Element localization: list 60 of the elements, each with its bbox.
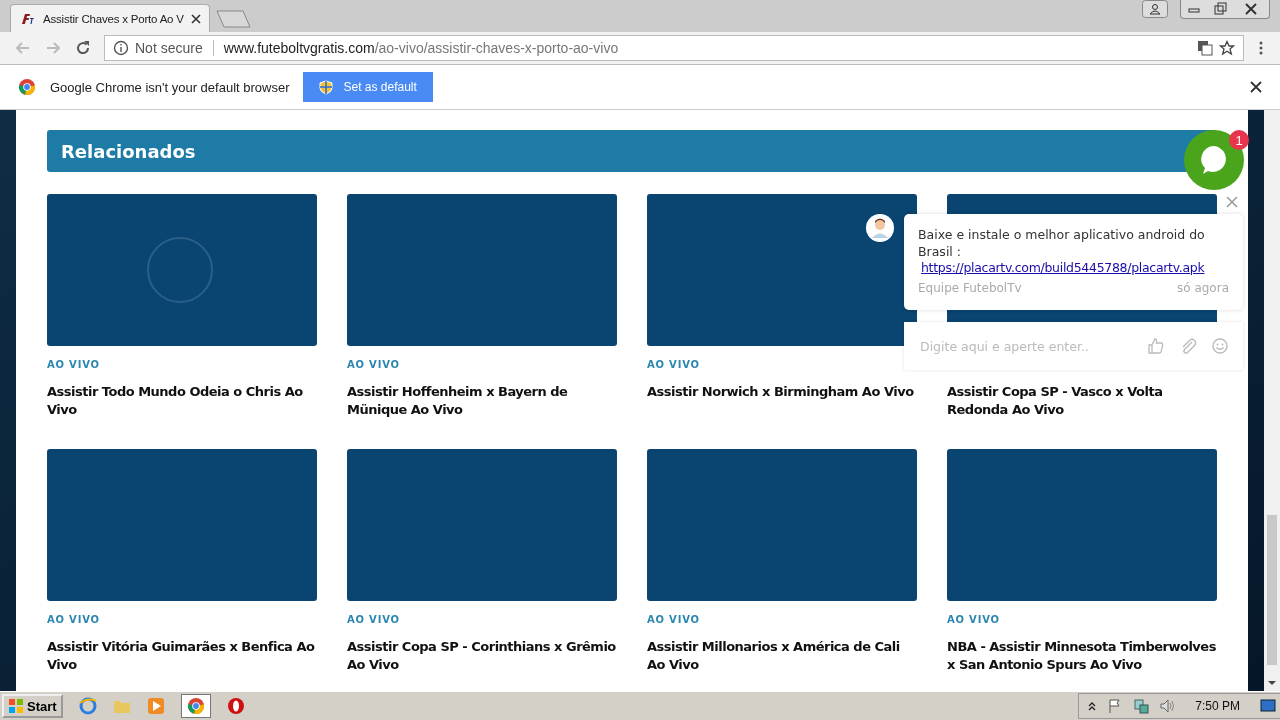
start-button[interactable]: Start [2, 694, 63, 718]
close-icon[interactable] [191, 13, 201, 24]
infobar-message: Google Chrome isn't your default browser [50, 79, 290, 95]
thumbnail[interactable] [47, 194, 317, 346]
card-title[interactable]: Assistir Norwich x Birmingham Ao Vivo [647, 383, 917, 401]
browser-tab[interactable]: Assistir Chaves x Porto Ao V [10, 4, 210, 32]
thumbnail[interactable] [647, 449, 917, 601]
sender-name: Equipe FutebolTv [918, 281, 1022, 295]
card-title[interactable]: NBA - Assistir Minnesota Timberwolves x San Antonio Spurs Ao Vivo [947, 638, 1217, 674]
card-label: AO VIVO [47, 614, 101, 627]
message-time: só agora [1177, 281, 1229, 295]
info-icon [113, 40, 129, 56]
site-logo-icon [21, 12, 37, 25]
thumbnail[interactable] [47, 449, 317, 601]
new-tab-button[interactable] [216, 10, 252, 28]
windows-logo-icon [8, 698, 24, 714]
scrollbar-thumb[interactable] [1267, 515, 1277, 665]
chrome-logo-icon [18, 78, 36, 96]
close-icon[interactable] [1250, 81, 1262, 93]
scroll-down-icon[interactable] [1267, 679, 1277, 687]
card-title[interactable]: Assistir Copa SP - Corinthians x Grêmio Ao Vivo [347, 638, 617, 674]
card-title[interactable]: Assistir Hoffenheim x Bayern de Münique Ao Vivo [347, 383, 617, 419]
thumbnail[interactable] [347, 449, 617, 601]
show-desktop-icon[interactable] [1260, 699, 1276, 713]
browser-icon[interactable] [78, 697, 97, 715]
chrome-taskbar-button[interactable] [180, 694, 211, 718]
card-label: AO VIVO [347, 359, 401, 372]
section-title: Relacionados [61, 140, 196, 162]
shield-icon [319, 79, 334, 95]
card-label: AO VIVO [347, 614, 401, 627]
spinner-icon [146, 236, 214, 304]
thumbnail[interactable] [947, 449, 1217, 601]
thumbs-up-icon[interactable] [1147, 337, 1165, 355]
thumbnail[interactable] [647, 194, 917, 346]
card-label: AO VIVO [647, 359, 701, 372]
card-label: AO VIVO [647, 614, 701, 627]
smiley-icon[interactable] [1211, 337, 1229, 355]
card-title[interactable]: Assistir Copa SP - Vasco x Volta Redonda Ao Vivo [947, 383, 1217, 419]
chat-message: Baixe e instale o melhor aplicativo android do Brasil : [918, 226, 1206, 260]
translate-icon[interactable] [1197, 40, 1213, 56]
card-label: AO VIVO [47, 359, 101, 372]
user-icon[interactable] [1142, 0, 1168, 18]
avatar-icon [866, 214, 894, 242]
star-icon[interactable] [1219, 40, 1235, 56]
thumbnail[interactable] [347, 194, 617, 346]
card-label: AO VIVO [947, 614, 1001, 627]
card-title[interactable]: Assistir Vitória Guimarães x Benfica Ao Vivo [47, 638, 317, 674]
address-bar[interactable]: Not secure www.futeboltvgratis.com/ao-vivo/assistir-chaves-x-porto-ao-vivo [104, 35, 1244, 61]
reload-icon[interactable] [74, 39, 92, 57]
opera-icon[interactable] [226, 697, 245, 715]
card-title[interactable]: Assistir Millonarios x América de Cali Ao Vivo [647, 638, 917, 674]
scrollbar[interactable] [1264, 110, 1280, 691]
card-title[interactable]: Assistir Todo Mundo Odeia o Chris Ao Vivo [47, 383, 317, 419]
download-link[interactable]: https://placartv.com/build5445788/placartv.apk [921, 260, 1229, 275]
chevron-up-icon[interactable] [1087, 700, 1098, 712]
chat-bubble-icon [1199, 144, 1229, 176]
network-icon[interactable] [1133, 698, 1150, 714]
speaker-icon[interactable] [1159, 698, 1176, 714]
media-player-icon[interactable] [146, 697, 165, 715]
clock: 7:50 PM [1195, 699, 1240, 713]
